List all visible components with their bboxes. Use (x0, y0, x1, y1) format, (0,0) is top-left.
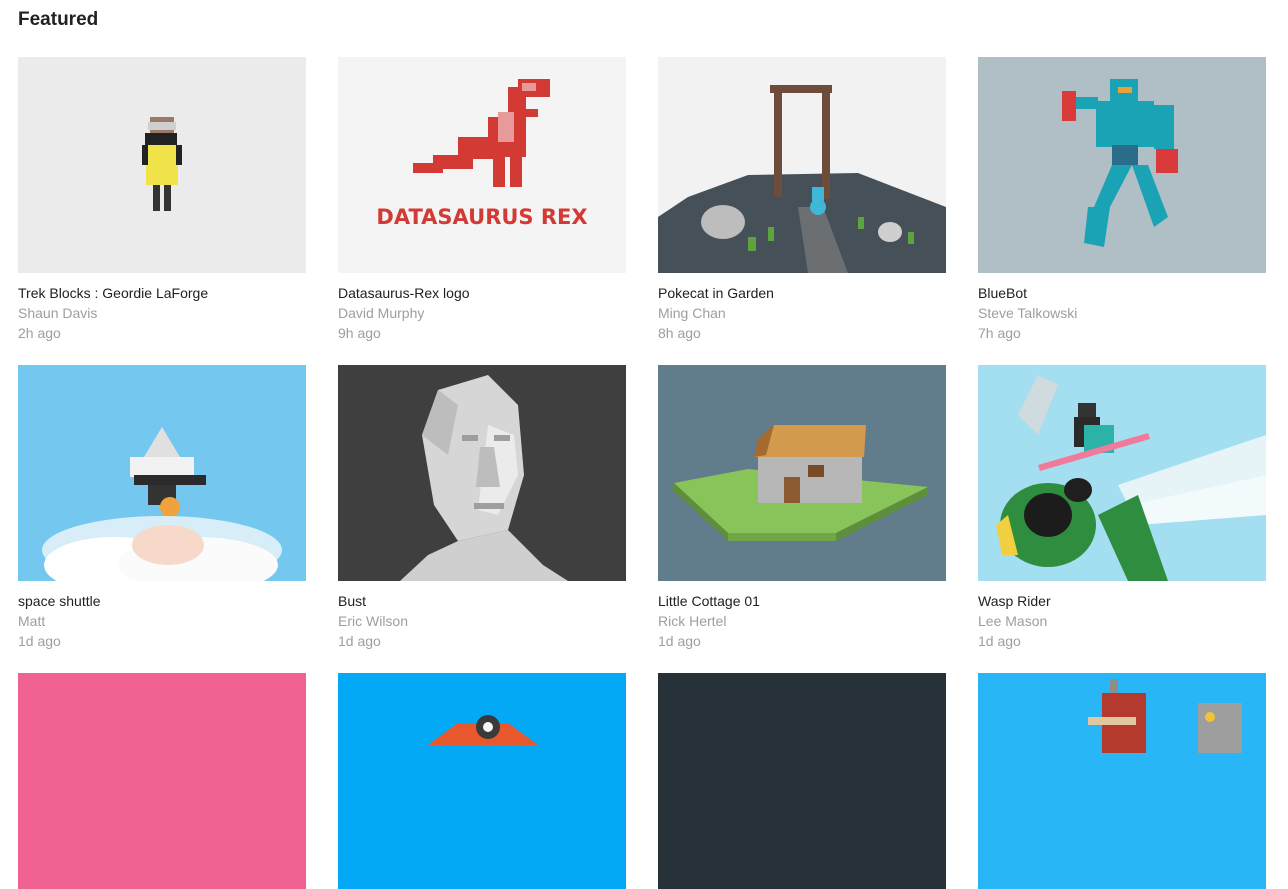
model-card[interactable] (338, 673, 626, 889)
model-thumbnail[interactable] (18, 365, 306, 581)
model-thumbnail[interactable] (658, 365, 946, 581)
model-title[interactable]: Pokecat in Garden (658, 283, 946, 303)
model-title[interactable]: Datasaurus-Rex logo (338, 283, 626, 303)
model-time: 1d ago (978, 633, 1021, 649)
model-thumbnail[interactable] (978, 57, 1266, 273)
model-card[interactable]: Bust Eric Wilson 1d ago (338, 365, 626, 651)
model-card[interactable]: Little Cottage 01 Rick Hertel 1d ago (658, 365, 946, 651)
model-thumbnail[interactable] (18, 673, 306, 889)
model-title[interactable]: Bust (338, 591, 626, 611)
model-thumbnail[interactable] (658, 57, 946, 273)
model-card[interactable]: BlueBot Steve Talkowski 7h ago (978, 57, 1266, 343)
model-time: 9h ago (338, 325, 381, 341)
model-title[interactable]: space shuttle (18, 591, 306, 611)
model-author[interactable]: Shaun Davis (18, 303, 306, 323)
model-time: 2h ago (18, 325, 61, 341)
model-thumbnail[interactable] (658, 673, 946, 889)
model-thumbnail[interactable] (338, 673, 626, 889)
model-thumbnail[interactable] (978, 673, 1266, 889)
model-time: 1d ago (658, 633, 701, 649)
model-author[interactable]: Steve Talkowski (978, 303, 1266, 323)
model-time: 8h ago (658, 325, 701, 341)
model-card[interactable]: Wasp Rider Lee Mason 1d ago (978, 365, 1266, 651)
model-author[interactable]: Matt (18, 611, 306, 631)
model-author[interactable]: David Murphy (338, 303, 626, 323)
model-author[interactable]: Lee Mason (978, 611, 1266, 631)
model-card[interactable]: DATASAURUS REX Datasaurus-Rex logo David… (338, 57, 626, 343)
model-time: 1d ago (18, 633, 61, 649)
model-time: 1d ago (338, 633, 381, 649)
model-title[interactable]: BlueBot (978, 283, 1266, 303)
model-thumbnail[interactable] (18, 57, 306, 273)
model-author[interactable]: Ming Chan (658, 303, 946, 323)
model-card[interactable] (18, 673, 306, 889)
model-card[interactable]: Pokecat in Garden Ming Chan 8h ago (658, 57, 946, 343)
model-thumbnail[interactable]: DATASAURUS REX (338, 57, 626, 273)
model-title[interactable]: Trek Blocks : Geordie LaForge (18, 283, 306, 303)
model-thumbnail[interactable] (338, 365, 626, 581)
model-time: 7h ago (978, 325, 1021, 341)
logo-text: DATASAURUS REX (376, 205, 587, 229)
model-title[interactable]: Wasp Rider (978, 591, 1266, 611)
model-author[interactable]: Eric Wilson (338, 611, 626, 631)
model-title[interactable]: Little Cottage 01 (658, 591, 946, 611)
model-author[interactable]: Rick Hertel (658, 611, 946, 631)
model-card[interactable] (978, 673, 1266, 889)
model-thumbnail[interactable] (978, 365, 1266, 581)
section-title: Featured (18, 9, 99, 30)
model-card[interactable]: Trek Blocks : Geordie LaForge Shaun Davi… (18, 57, 306, 343)
model-card[interactable]: space shuttle Matt 1d ago (18, 365, 306, 651)
model-card[interactable] (658, 673, 946, 889)
